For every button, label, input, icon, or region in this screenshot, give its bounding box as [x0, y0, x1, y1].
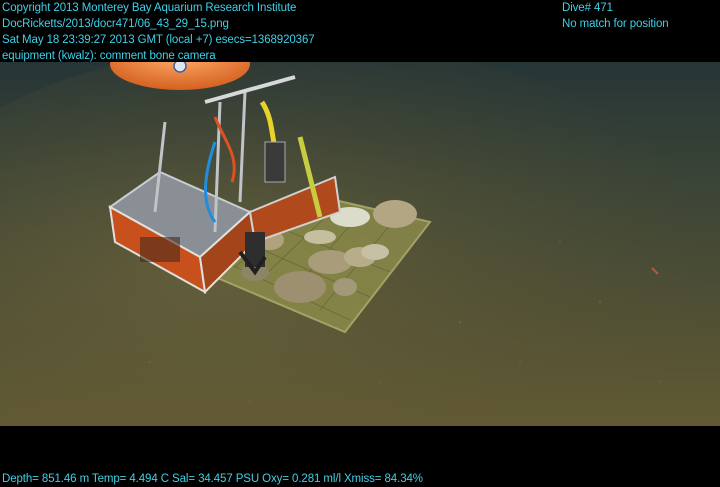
image-path-line: DocRicketts/2013/docr471/06_43_29_15.png	[2, 18, 229, 30]
header-info-right: Dive# 471 No match for position	[562, 0, 669, 32]
header-info-left: Copyright 2013 Monterey Bay Aquarium Res…	[2, 0, 315, 64]
position-status: No match for position	[562, 18, 669, 30]
seafloor-scene	[0, 62, 720, 426]
dive-number: Dive# 471	[562, 2, 613, 14]
telemetry-bar: Depth= 851.46 m Temp= 4.494 C Sal= 34.45…	[2, 473, 423, 485]
float-logo-icon	[173, 62, 187, 73]
timestamp-line: Sat May 18 23:39:27 2013 GMT (local +7) …	[2, 34, 315, 46]
copyright-line: Copyright 2013 Monterey Bay Aquarium Res…	[2, 2, 297, 14]
